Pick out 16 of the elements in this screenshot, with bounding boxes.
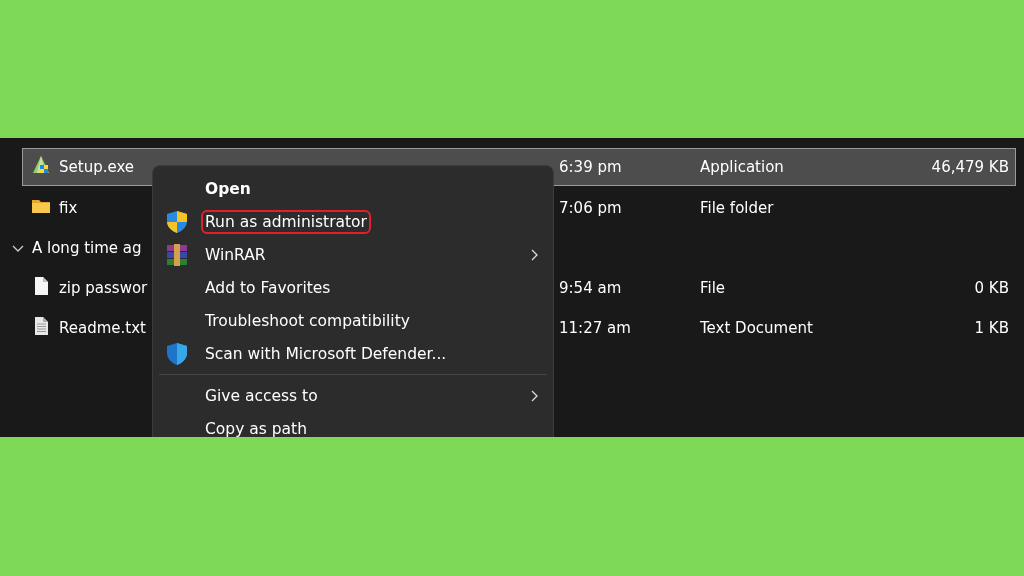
file-type: File folder <box>700 199 774 217</box>
group-header: A long time ag <box>32 239 142 257</box>
file-size: 1 KB <box>974 319 1009 337</box>
file-name: fix <box>59 199 78 217</box>
modified-time: 7:06 pm <box>559 199 622 217</box>
file-size: 46,479 KB <box>931 158 1009 176</box>
file-size: 0 KB <box>974 279 1009 297</box>
file-name: zip passwor <box>59 279 148 297</box>
modified-time: 6:39 pm <box>559 158 622 176</box>
file-type: File <box>700 279 726 297</box>
modified-time: 9:54 am <box>559 279 622 297</box>
file-type: Text Document <box>700 319 813 337</box>
file-name: Readme.txt <box>59 319 146 337</box>
modified-time: 11:27 am <box>559 319 631 337</box>
file-type: Application <box>700 158 784 176</box>
file-name: Setup.exe <box>59 158 135 176</box>
